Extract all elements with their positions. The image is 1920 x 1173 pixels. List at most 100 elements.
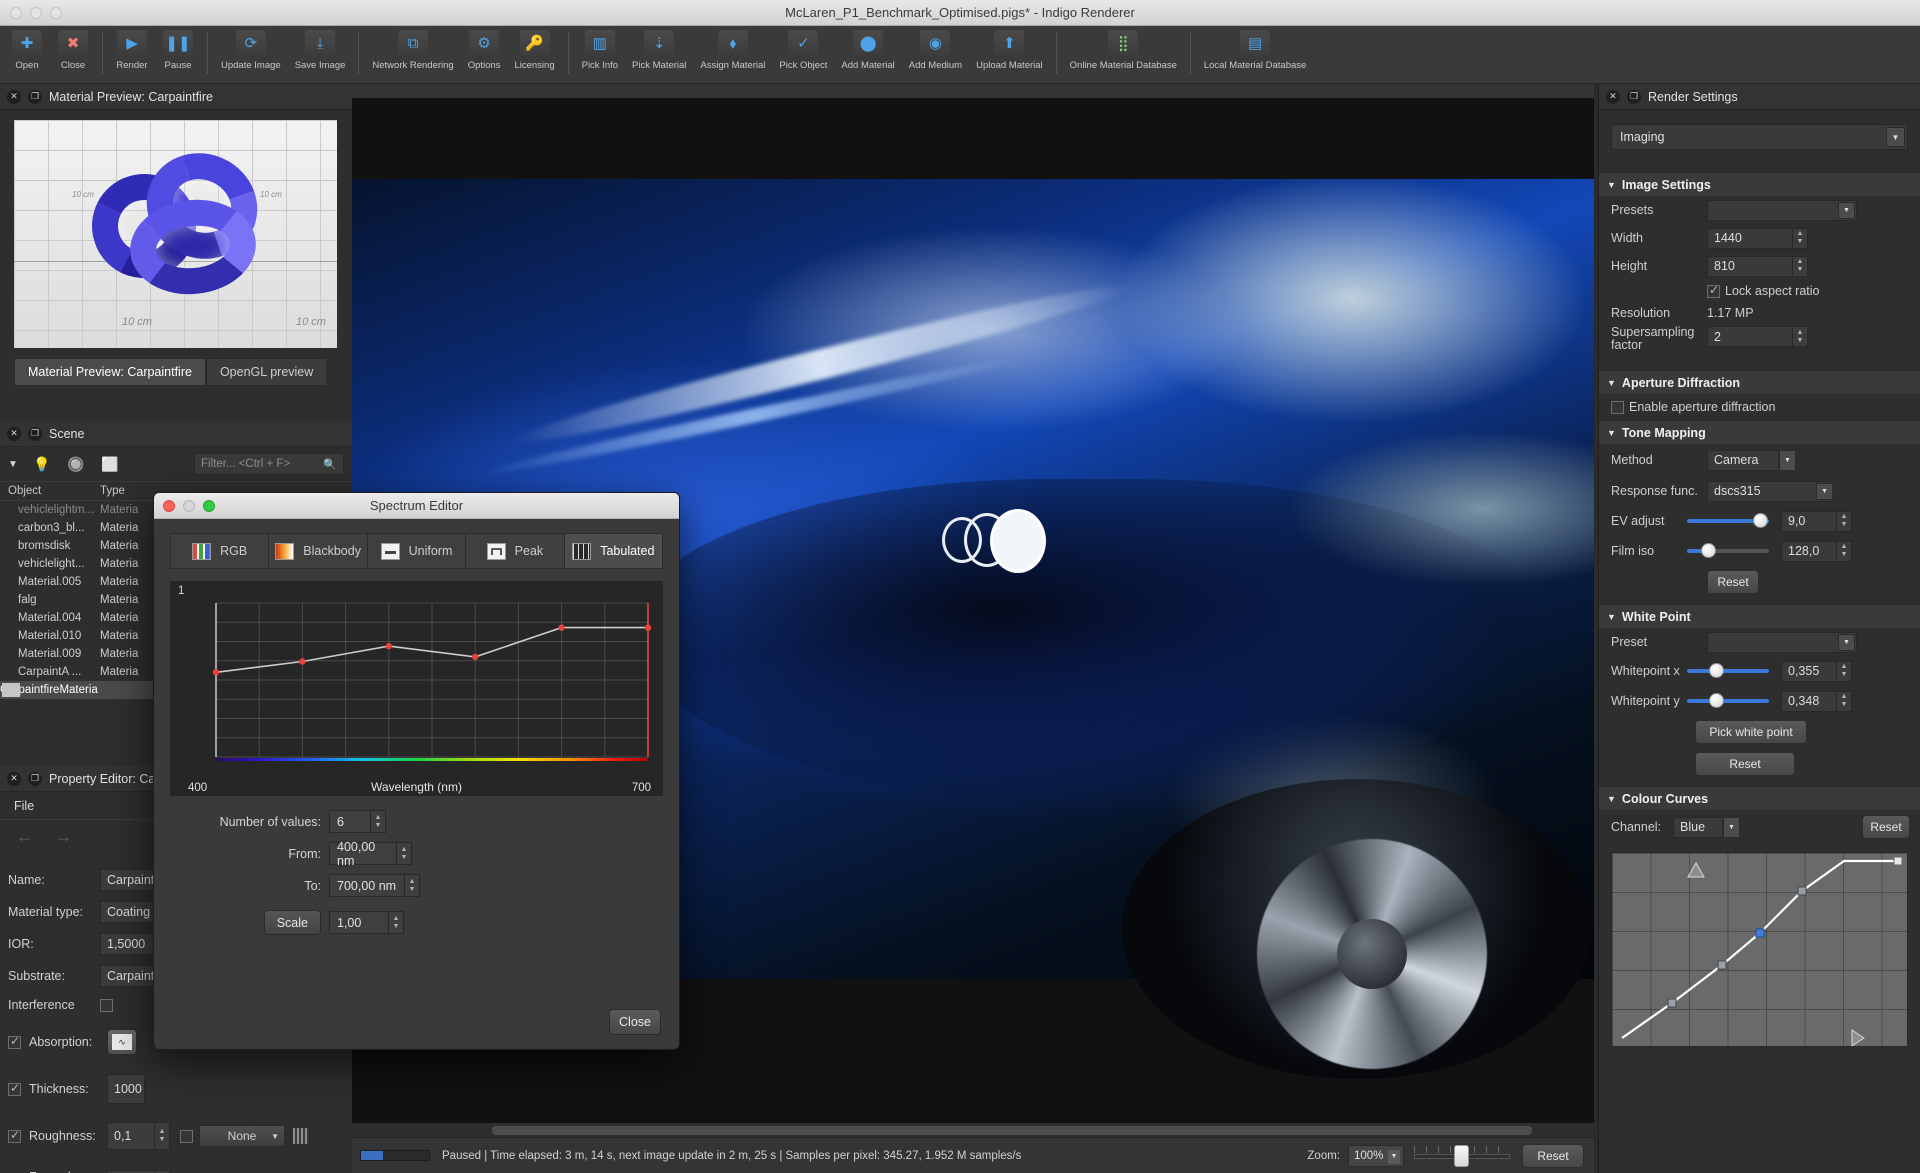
- pick-white-point-button[interactable]: Pick white point: [1695, 720, 1807, 744]
- tone-mapping-reset-button[interactable]: Reset: [1707, 570, 1759, 594]
- toolbar-open-button[interactable]: ✚Open: [4, 26, 50, 71]
- render-settings-mode-select[interactable]: Imaging ▼: [1611, 124, 1908, 150]
- panel-close-icon[interactable]: ✕: [1606, 90, 1620, 104]
- roughness-input[interactable]: 0,1: [107, 1122, 155, 1150]
- thickness-enable-checkbox[interactable]: [8, 1083, 21, 1096]
- ev-adjust-input[interactable]: 9,0: [1781, 511, 1837, 532]
- spectrum-close-button[interactable]: Close: [609, 1009, 661, 1035]
- film-iso-slider[interactable]: [1687, 542, 1769, 560]
- slider-handle[interactable]: [1709, 693, 1724, 708]
- ev-adjust-stepper[interactable]: ▲▼: [1837, 511, 1852, 532]
- number-of-values-input[interactable]: 6: [329, 810, 371, 833]
- spectrum-chart[interactable]: 1 400 700 Wavelength (nm): [170, 581, 663, 796]
- scale-button[interactable]: Scale: [264, 910, 321, 935]
- from-stepper[interactable]: ▲▼: [397, 842, 412, 865]
- zoom-slider[interactable]: [1414, 1146, 1510, 1166]
- toolbar-options-button[interactable]: ⚙Options: [461, 26, 508, 71]
- spectrum-editor-dialog[interactable]: Spectrum Editor RGBBlackbodyUniformPeakT…: [153, 492, 680, 1050]
- number-of-values-stepper[interactable]: ▲▼: [371, 810, 386, 833]
- width-input[interactable]: 1440: [1707, 228, 1793, 249]
- lock-aspect-checkbox[interactable]: [1707, 285, 1720, 298]
- whitepoint-y-slider[interactable]: [1687, 692, 1769, 710]
- nav-back-icon[interactable]: ←: [16, 827, 33, 847]
- width-stepper[interactable]: ▲▼: [1793, 228, 1808, 249]
- interference-checkbox[interactable]: [100, 999, 113, 1012]
- viewport-horizontal-scrollbar[interactable]: [352, 1123, 1594, 1137]
- light-off-icon[interactable]: 🔘: [66, 454, 86, 474]
- colour-curve-editor[interactable]: [1611, 852, 1908, 1047]
- enable-aperture-checkbox[interactable]: [1611, 401, 1624, 414]
- film-iso-input[interactable]: 128,0: [1781, 541, 1837, 562]
- slider-handle[interactable]: [1709, 663, 1724, 678]
- channel-select[interactable]: Blue: [1673, 817, 1723, 838]
- panel-float-icon[interactable]: ❐: [28, 90, 42, 104]
- roughness-stepper[interactable]: ▲▼: [155, 1122, 170, 1150]
- section-image-settings[interactable]: ▼ Image Settings: [1599, 172, 1920, 196]
- absorption-spectrum-button[interactable]: ∿: [107, 1029, 137, 1055]
- to-stepper[interactable]: ▲▼: [405, 874, 420, 897]
- toolbar-upload-material-button[interactable]: ⬆Upload Material: [969, 26, 1050, 71]
- presets-select[interactable]: ▼: [1707, 200, 1857, 221]
- scale-input[interactable]: 1,00: [329, 911, 389, 934]
- whitepoint-x-input[interactable]: 0,355: [1781, 661, 1837, 682]
- scene-filter-input[interactable]: Filter... <Ctrl + F> 🔍: [194, 453, 344, 475]
- roughness-map-select[interactable]: None ▼: [199, 1125, 285, 1147]
- toolbar-local-material-database-button[interactable]: ▤Local Material Database: [1197, 26, 1313, 71]
- toolbar-network-rendering-button[interactable]: ⧉Network Rendering: [365, 26, 460, 71]
- method-select[interactable]: Camera: [1707, 450, 1779, 471]
- height-input[interactable]: 810: [1707, 256, 1793, 277]
- light-on-icon[interactable]: 💡: [32, 454, 52, 474]
- scale-stepper[interactable]: ▲▼: [389, 911, 404, 934]
- panel-close-icon[interactable]: ✕: [7, 427, 21, 441]
- white-point-reset-button[interactable]: Reset: [1695, 752, 1795, 776]
- tab-opengl-preview[interactable]: OpenGL preview: [206, 358, 327, 386]
- toolbar-assign-material-button[interactable]: ⬧Assign Material: [693, 26, 772, 71]
- wp-preset-select[interactable]: ▼: [1707, 632, 1857, 653]
- ev-adjust-slider[interactable]: [1687, 512, 1769, 530]
- toolbar-save-image-button[interactable]: ⤓Save Image: [288, 26, 353, 71]
- slider-handle[interactable]: [1753, 513, 1768, 528]
- supersampling-input[interactable]: 2: [1707, 326, 1793, 347]
- zoom-slider-handle[interactable]: [1454, 1145, 1469, 1167]
- toolbar-pause-button[interactable]: ❚❚Pause: [155, 26, 201, 71]
- spectrum-tab-rgb[interactable]: RGB: [171, 534, 269, 568]
- whitepoint-x-stepper[interactable]: ▲▼: [1837, 661, 1852, 682]
- roughness-texture-button[interactable]: [293, 1128, 309, 1144]
- whitepoint-y-stepper[interactable]: ▲▼: [1837, 691, 1852, 712]
- toolbar-licensing-button[interactable]: 🔑Licensing: [507, 26, 561, 71]
- whitepoint-x-slider[interactable]: [1687, 662, 1769, 680]
- slider-handle[interactable]: [1701, 543, 1716, 558]
- to-input[interactable]: 700,00 nm: [329, 874, 405, 897]
- response-func-select[interactable]: dscs315 ▼: [1707, 481, 1835, 502]
- height-stepper[interactable]: ▲▼: [1793, 256, 1808, 277]
- panel-close-icon[interactable]: ✕: [7, 90, 21, 104]
- spectrum-tab-blackbody[interactable]: Blackbody: [269, 534, 367, 568]
- toolbar-pick-material-button[interactable]: ⇣Pick Material: [625, 26, 693, 71]
- toolbar-online-material-database-button[interactable]: ⣿Online Material Database: [1063, 26, 1184, 71]
- panel-float-icon[interactable]: ❐: [28, 772, 42, 786]
- expand-tree-icon[interactable]: ▼: [8, 459, 18, 470]
- section-aperture-diffraction[interactable]: ▼ Aperture Diffraction: [1599, 370, 1920, 394]
- chevron-down-icon[interactable]: ▼: [1723, 817, 1740, 838]
- toolbar-pick-info-button[interactable]: ▥Pick Info: [575, 26, 625, 71]
- panel-close-icon[interactable]: ✕: [7, 772, 21, 786]
- toolbar-close-button[interactable]: ✖Close: [50, 26, 96, 71]
- colour-curves-reset-button[interactable]: Reset: [1862, 815, 1910, 839]
- spectrum-tab-peak[interactable]: Peak: [466, 534, 564, 568]
- toolbar-add-material-button[interactable]: ⬤Add Material: [834, 26, 901, 71]
- roughness-enable-checkbox[interactable]: [8, 1130, 21, 1143]
- thickness-input[interactable]: 1000: [107, 1074, 145, 1104]
- nav-forward-icon[interactable]: →: [55, 827, 72, 847]
- absorption-enable-checkbox[interactable]: [8, 1036, 21, 1049]
- supersampling-stepper[interactable]: ▲▼: [1793, 326, 1808, 347]
- panel-float-icon[interactable]: ❐: [28, 427, 42, 441]
- toolbar-render-button[interactable]: ▶Render: [109, 26, 155, 71]
- cube-icon[interactable]: ⬜: [100, 454, 120, 474]
- from-input[interactable]: 400,00 nm: [329, 842, 397, 865]
- toolbar-add-medium-button[interactable]: ◉Add Medium: [902, 26, 969, 71]
- spectrum-tab-uniform[interactable]: Uniform: [368, 534, 466, 568]
- whitepoint-y-input[interactable]: 0,348: [1781, 691, 1837, 712]
- chevron-down-icon[interactable]: ▼: [1779, 450, 1796, 471]
- zoom-select[interactable]: 100% ▼: [1348, 1145, 1404, 1167]
- roughness-map-checkbox[interactable]: [180, 1130, 193, 1143]
